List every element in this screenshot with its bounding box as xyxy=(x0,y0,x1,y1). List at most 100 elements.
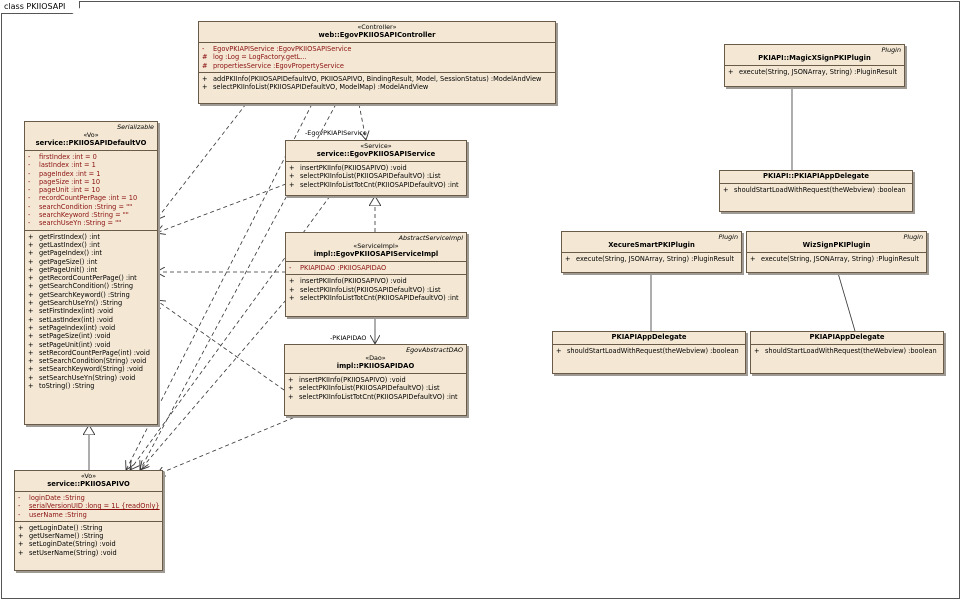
class-pkiapi-app-delegate-right[interactable]: PKIAPIAppDelegate + shouldStartLoadWithReq… xyxy=(750,331,944,374)
visibility-symbol: + xyxy=(202,74,208,83)
operation-row: + setUserName(String) :void xyxy=(18,549,159,557)
operation-row: + toString() :String xyxy=(28,382,154,390)
operation-row: + setPageIndex(int) :void xyxy=(28,324,154,332)
class-pkiapi-app-delegate-left[interactable]: PKIAPIAppDelegate + shouldStartLoadWithReq… xyxy=(552,331,746,374)
operation-row: + selectPKIInfoListTotCnt(PKIIOSAPIDefaul… xyxy=(288,393,463,401)
attribute-text: pageIndex :int = 1 xyxy=(39,169,101,178)
attribute-text: searchCondition :String = "" xyxy=(39,202,133,211)
operation-row: + setSearchCondition(String) :void xyxy=(28,357,154,365)
operation-text: shouldStartLoadWithRequest(theWebview) :… xyxy=(765,347,937,355)
class-wizsign-pki-plugin[interactable]: Plugin WizSignPKIPlugin + execute(String, J… xyxy=(746,231,927,273)
visibility-symbol: + xyxy=(289,164,295,172)
operation-row: + execute(String, JSONArray, String) :Plu… xyxy=(565,255,738,263)
operation-text: selectPKIInfoListTotCnt(PKIIOSAPIDefault… xyxy=(300,180,459,189)
parent-tag: Plugin xyxy=(881,46,901,54)
operation-text: setPageIndex(int) :void xyxy=(39,323,116,332)
operations-section: + getLoginDate() :String + getUserName() :S… xyxy=(15,522,162,559)
visibility-symbol: + xyxy=(723,186,729,194)
visibility-symbol: - xyxy=(28,202,31,211)
operation-text: selectPKIInfoListTotCnt(PKIIOSAPIDefault… xyxy=(299,392,458,401)
visibility-symbol: + xyxy=(18,523,24,532)
visibility-symbol: - xyxy=(28,186,31,195)
class-header: AbstractServiceImpl «ServiceImpl» impl::Eg… xyxy=(286,233,466,262)
operation-row: + getRecordCountPerPage() :int xyxy=(28,274,154,282)
operation-row: + getUserName() :String xyxy=(18,532,159,540)
visibility-symbol: + xyxy=(289,180,295,189)
class-header: «Vo» service::PKIIOSAPIVO xyxy=(15,471,162,492)
operation-row: + getSearchUseYn() :String xyxy=(28,299,154,307)
visibility-symbol: + xyxy=(728,68,734,76)
operation-text: selectPKIInfoList(PKIIOSAPIDefaultVO, Mo… xyxy=(213,83,429,92)
visibility-symbol: - xyxy=(18,510,21,519)
stereotype: «Controller» xyxy=(357,23,397,31)
attribute-text: pageUnit :int = 10 xyxy=(39,186,100,195)
visibility-symbol: + xyxy=(28,340,34,349)
class-egov-pkiiosapi-controller[interactable]: «Controller» web::EgovPKIIOSAPIController… xyxy=(198,21,556,104)
operation-text: shouldStartLoadWithRequest(theWebview) :… xyxy=(567,347,739,355)
stereotype: «Dao» xyxy=(365,354,386,362)
operation-text: insertPKIInfo(PKIIOSAPIVO) :void xyxy=(300,164,407,172)
operation-row: + getLoginDate() :String xyxy=(18,524,159,532)
class-xecure-smart-pki-plugin[interactable]: Plugin XecureSmartPKIPlugin + execute(Strin… xyxy=(561,231,742,273)
attribute-text: recordCountPerPage :int = 10 xyxy=(39,194,138,203)
class-pkiiosapi-vo[interactable]: «Vo» service::PKIIOSAPIVO - loginDate :Stri… xyxy=(14,470,163,571)
attribute-row: - searchKeyword :String = "" xyxy=(28,211,154,219)
visibility-symbol: + xyxy=(28,365,34,374)
operation-text: setSearchUseYn(String) :void xyxy=(39,373,136,382)
visibility-symbol: + xyxy=(556,347,562,355)
attribute-text: log :Log = LogFactory.getL... xyxy=(213,53,307,62)
operations-section: + insertPKIInfo(PKIIOSAPIVO) :void + select… xyxy=(286,162,466,191)
class-name: impl::PKIIOSAPIDAO xyxy=(336,362,415,370)
attribute-row: - pageUnit :int = 10 xyxy=(28,186,154,194)
visibility-symbol: - xyxy=(28,194,31,203)
class-pkiiosapi-default-vo[interactable]: Serializable «Vo» service::PKIIOSAPIDefaul… xyxy=(24,121,158,425)
operation-text: getUserName() :String xyxy=(29,532,104,541)
operation-text: getPageSize() :int xyxy=(39,257,98,266)
operation-text: setRecordCountPerPage(int) :void xyxy=(39,348,150,357)
class-name: service::PKIIOSAPIVO xyxy=(47,480,130,488)
attribute-text: searchKeyword :String = "" xyxy=(39,211,129,220)
class-magicx-sign-pki-plugin[interactable]: Plugin PKIAPI::MagicXSignPKIPlugin + execut… xyxy=(724,44,905,87)
operation-row: + shouldStartLoadWithRequest(theWebview) … xyxy=(556,347,742,355)
visibility-symbol: - xyxy=(28,219,31,228)
operation-row: + addPKIInfo(PKIIOSAPIDefaultVO, PKIIOSAP… xyxy=(202,75,552,83)
visibility-symbol: - xyxy=(18,502,21,511)
operation-row: + setSearchKeyword(String) :void xyxy=(28,365,154,373)
dep-controller-defaultvo xyxy=(156,103,247,220)
operation-text: getSearchUseYn() :String xyxy=(39,299,123,308)
class-egov-pkiiosapi-service-impl[interactable]: AbstractServiceImpl «ServiceImpl» impl::Eg… xyxy=(285,232,467,317)
class-egov-pkiiosapi-service[interactable]: «Service» service::EgovPKIIOSAPIService + i… xyxy=(285,140,467,196)
visibility-symbol: + xyxy=(28,315,34,324)
operation-text: getLastIndex() :int xyxy=(39,240,100,249)
class-header: Serializable «Vo» service::PKIIOSAPIDefaul… xyxy=(25,122,157,151)
class-header: PluginPKIAPI::MagicXSignPKIPlugin xyxy=(725,45,904,66)
attribute-row: # log :Log = LogFactory.getL... xyxy=(202,53,552,61)
class-name: PKIAPI::PKIAPIAppDelegate xyxy=(762,172,870,180)
visibility-symbol: + xyxy=(288,384,294,393)
operation-row: + insertPKIInfo(PKIIOSAPIVO) :void xyxy=(289,164,463,172)
class-pkiiosapi-dao[interactable]: EgovAbstractDAO «Dao» impl::PKIIOSAPIDAO + i… xyxy=(284,344,467,416)
visibility-symbol: + xyxy=(28,332,34,341)
class-name: PKIAPI::MagicXSignPKIPlugin xyxy=(758,54,871,62)
visibility-symbol: + xyxy=(28,282,34,291)
attribute-text: userName :String xyxy=(29,510,87,519)
attribute-text: PKIAPIDAO :PKIIOSAPIDAO xyxy=(300,264,387,272)
class-header: Plugin XecureSmartPKIPlugin xyxy=(562,232,741,253)
dep-dao-apivo xyxy=(156,414,301,475)
attribute-row: - PKIAPIDAO :PKIIOSAPIDAO xyxy=(289,264,463,272)
operations-section: + insertPKIInfo(PKIIOSAPIVO) :void + select… xyxy=(286,275,466,304)
visibility-symbol: + xyxy=(28,232,34,241)
visibility-symbol: + xyxy=(18,532,24,541)
class-pkiapi-app-delegate-top[interactable]: PKIAPI::PKIAPIAppDelegate + shouldStartLoa… xyxy=(719,170,913,212)
operation-row: + getPageIndex() :int xyxy=(28,249,154,257)
visibility-symbol: - xyxy=(18,494,21,502)
class-name: service::EgovPKIIOSAPIService xyxy=(316,150,436,158)
attribute-row: - recordCountPerPage :int = 10 xyxy=(28,194,154,202)
operation-row: + selectPKIInfoList(PKIIOSAPIDefaultVO) :… xyxy=(289,172,463,180)
visibility-symbol: + xyxy=(28,240,34,249)
visibility-symbol: + xyxy=(750,255,756,263)
operation-row: + setSearchUseYn(String) :void xyxy=(28,374,154,382)
operations-section: + execute(String, JSONArray, String) :Plu… xyxy=(562,253,741,265)
dep-impl-apivo xyxy=(140,299,287,470)
operation-text: addPKIInfo(PKIIOSAPIDefaultVO, PKIIOSAPI… xyxy=(213,74,542,83)
